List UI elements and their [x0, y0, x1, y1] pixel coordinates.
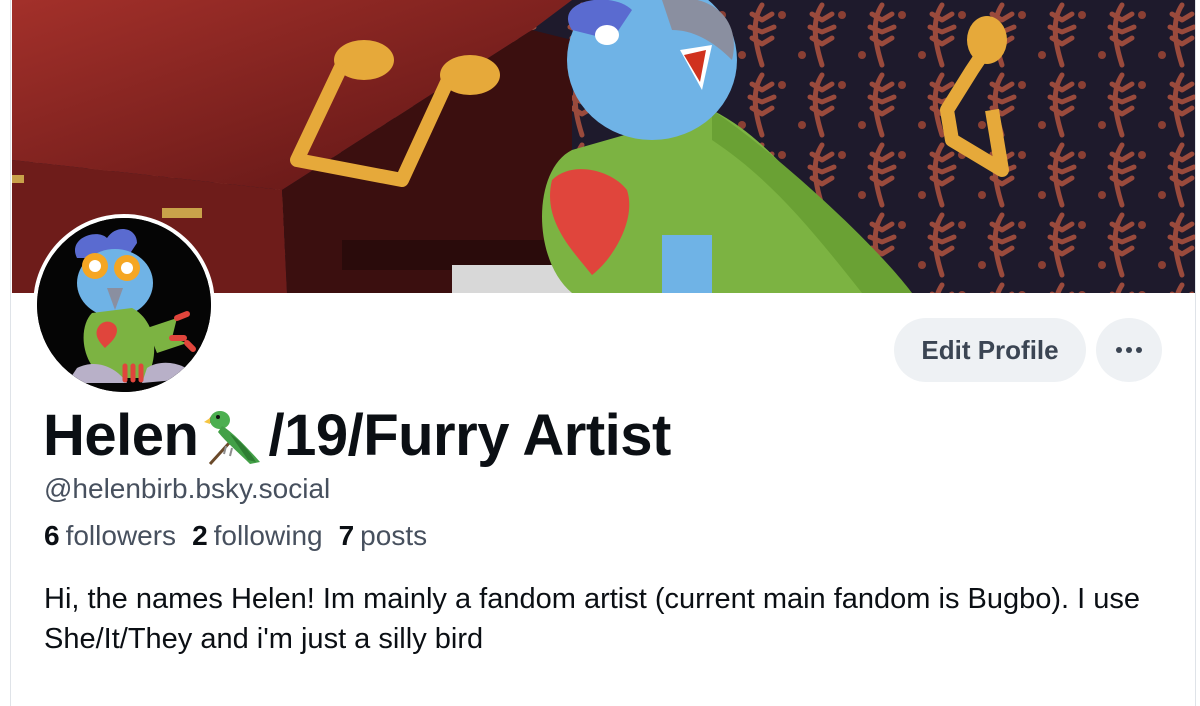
- followers-label: followers: [65, 520, 177, 551]
- posts-label: posts: [360, 520, 428, 551]
- following-label: following: [213, 520, 323, 551]
- display-name-suffix: /19/Furry Artist: [268, 402, 671, 468]
- avatar[interactable]: [33, 214, 215, 396]
- posts-count: 7: [338, 520, 355, 551]
- more-options-button[interactable]: [1096, 318, 1162, 382]
- edit-profile-button[interactable]: Edit Profile: [894, 318, 1086, 382]
- profile-handle: @helenbirb.bsky.social: [44, 473, 331, 504]
- display-name-prefix: Helen: [43, 402, 199, 468]
- posts-stat: 7 posts: [339, 520, 428, 552]
- parrot-emoji-icon: [200, 402, 266, 468]
- ellipsis-icon: [1116, 347, 1142, 353]
- followers-count: 6: [44, 520, 60, 551]
- following-count: 2: [192, 520, 208, 551]
- following-link[interactable]: 2 following: [192, 520, 323, 552]
- avatar-image: [37, 218, 211, 392]
- display-name: Helen /19/Furry Artist: [43, 400, 671, 470]
- followers-link[interactable]: 6 followers: [44, 520, 176, 552]
- profile-stats: 6 followers 2 following 7 posts: [44, 520, 427, 552]
- profile-bio: Hi, the names Helen! Im mainly a fandom …: [44, 583, 1141, 655]
